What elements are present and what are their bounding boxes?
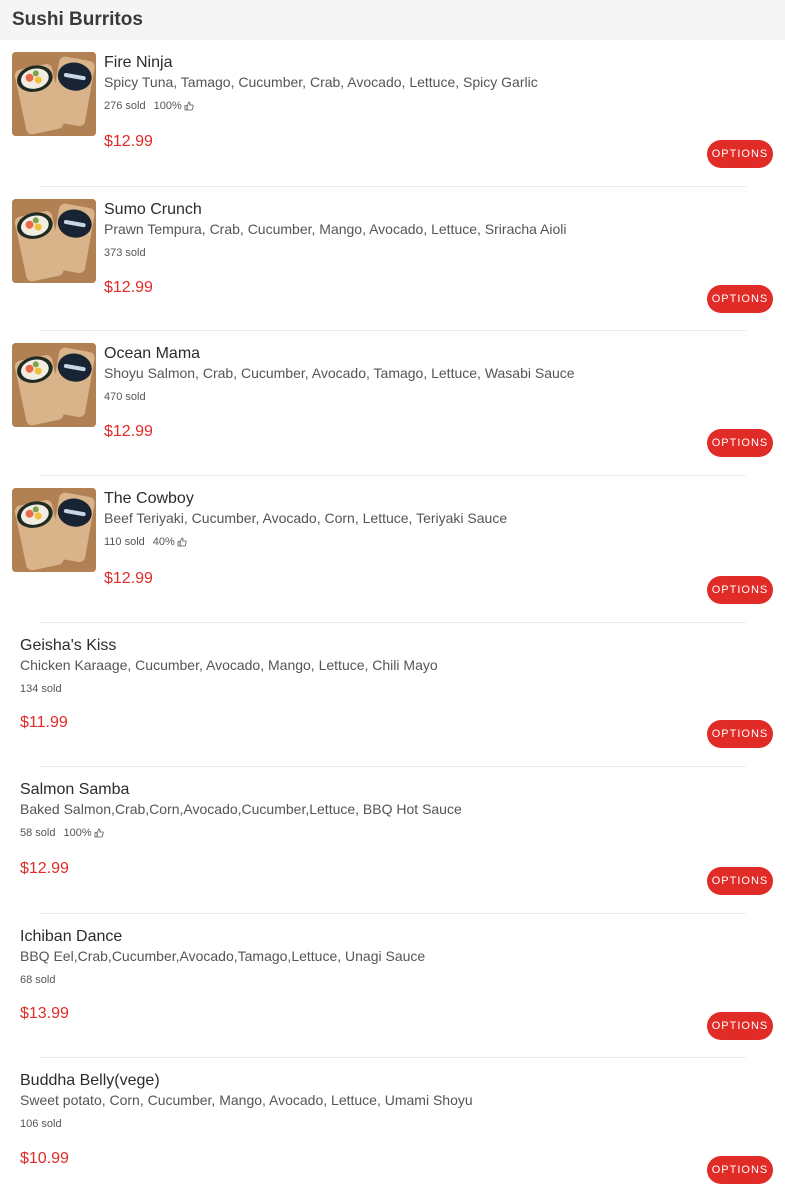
rating-badge: 40% [153,535,187,549]
menu-item[interactable]: Geisha's Kiss Chicken Karaage, Cucumber,… [0,623,785,767]
item-photo[interactable] [12,199,96,283]
item-name: The Cowboy [104,490,194,507]
item-name: Buddha Belly(vege) [20,1072,160,1089]
menu-item[interactable]: Sumo Crunch Prawn Tempura, Crab, Cucumbe… [0,187,785,331]
category-title: Sushi Burritos [12,9,143,30]
item-stats: 373 sold [104,246,567,260]
item-price: $12.99 [104,279,153,296]
item-description: Shoyu Salmon, Crab, Cucumber, Avocado, T… [104,365,575,381]
options-button[interactable]: OPTIONS [707,720,773,748]
item-name: Ichiban Dance [20,928,123,945]
item-stats: 110 sold 40% [104,535,507,549]
item-price: $11.99 [20,714,68,731]
item-photo[interactable] [12,488,96,572]
sold-count: 58 sold [20,827,56,839]
sold-count: 134 sold [20,683,62,695]
menu-item[interactable]: Ichiban Dance BBQ Eel,Crab,Cucumber,Avoc… [0,914,785,1058]
item-info: Salmon Samba Baked Salmon,Crab,Corn,Avoc… [20,780,462,840]
item-description: BBQ Eel,Crab,Cucumber,Avocado,Tamago,Let… [20,948,426,964]
menu-item[interactable]: Ocean Mama Shoyu Salmon, Crab, Cucumber,… [0,331,785,476]
menu-item[interactable]: Fire Ninja Spicy Tuna, Tamago, Cucumber,… [0,40,785,187]
item-price: $12.99 [104,570,153,587]
item-name: Sumo Crunch [104,201,202,218]
item-info: The Cowboy Beef Teriyaki, Cucumber, Avoc… [104,489,507,549]
item-photo[interactable] [12,343,96,427]
item-price: $12.99 [20,860,69,877]
item-description: Beef Teriyaki, Cucumber, Avocado, Corn, … [104,510,508,526]
menu-item[interactable]: The Cowboy Beef Teriyaki, Cucumber, Avoc… [0,476,785,623]
rating-value: 100% [63,827,92,839]
item-name: Geisha's Kiss [20,637,117,654]
item-info: Fire Ninja Spicy Tuna, Tamago, Cucumber,… [104,53,538,113]
sold-count: 276 sold [104,100,146,112]
sold-count: 68 sold [20,974,56,986]
item-stats: 106 sold [20,1117,473,1131]
options-button[interactable]: OPTIONS [707,429,773,457]
menu-item-list: Fire Ninja Spicy Tuna, Tamago, Cucumber,… [0,40,785,1192]
options-button[interactable]: OPTIONS [707,140,773,168]
item-name: Fire Ninja [104,54,173,71]
item-stats: 470 sold [104,390,575,404]
menu-item[interactable]: Buddha Belly(vege) Sweet potato, Corn, C… [0,1058,785,1192]
options-button[interactable]: OPTIONS [707,576,773,604]
item-description: Spicy Tuna, Tamago, Cucumber, Crab, Avoc… [104,74,538,90]
item-description: Prawn Tempura, Crab, Cucumber, Mango, Av… [104,221,567,237]
rating-value: 100% [153,100,182,112]
sold-count: 373 sold [104,247,146,259]
item-info: Ocean Mama Shoyu Salmon, Crab, Cucumber,… [104,344,575,404]
menu-item[interactable]: Salmon Samba Baked Salmon,Crab,Corn,Avoc… [0,767,785,914]
rating-badge: 100% [63,826,104,840]
item-price: $12.99 [104,423,153,440]
item-info: Geisha's Kiss Chicken Karaage, Cucumber,… [20,636,438,696]
options-button[interactable]: OPTIONS [707,1156,773,1184]
sold-count: 106 sold [20,1118,62,1130]
category-header: Sushi Burritos [0,0,785,40]
sold-count: 110 sold [104,536,145,548]
item-stats: 68 sold [20,973,425,987]
item-name: Ocean Mama [104,345,201,362]
options-button[interactable]: OPTIONS [707,1012,773,1040]
item-description: Baked Salmon,Crab,Corn,Avocado,Cucumber,… [20,801,462,817]
item-price: $10.99 [20,1150,69,1167]
sold-count: 470 sold [104,391,146,403]
item-name: Salmon Samba [20,781,130,798]
item-info: Buddha Belly(vege) Sweet potato, Corn, C… [20,1071,473,1131]
item-info: Sumo Crunch Prawn Tempura, Crab, Cucumbe… [104,200,567,260]
item-description: Chicken Karaage, Cucumber, Avocado, Mang… [20,657,438,673]
thumbs-up-icon [94,828,104,838]
item-stats: 276 sold 100% [104,99,538,113]
thumbs-up-icon [184,101,194,111]
item-price: $13.99 [20,1005,69,1022]
rating-value: 40% [152,536,175,548]
thumbs-up-icon [177,537,187,547]
item-description: Sweet potato, Corn, Cucumber, Mango, Avo… [20,1092,473,1108]
rating-badge: 100% [154,99,194,113]
item-price: $12.99 [104,133,153,150]
item-stats: 58 sold 100% [20,826,462,840]
options-button[interactable]: OPTIONS [707,285,773,313]
item-info: Ichiban Dance BBQ Eel,Crab,Cucumber,Avoc… [20,927,425,987]
item-photo[interactable] [12,52,96,136]
options-button[interactable]: OPTIONS [707,867,773,895]
item-stats: 134 sold [20,682,438,696]
